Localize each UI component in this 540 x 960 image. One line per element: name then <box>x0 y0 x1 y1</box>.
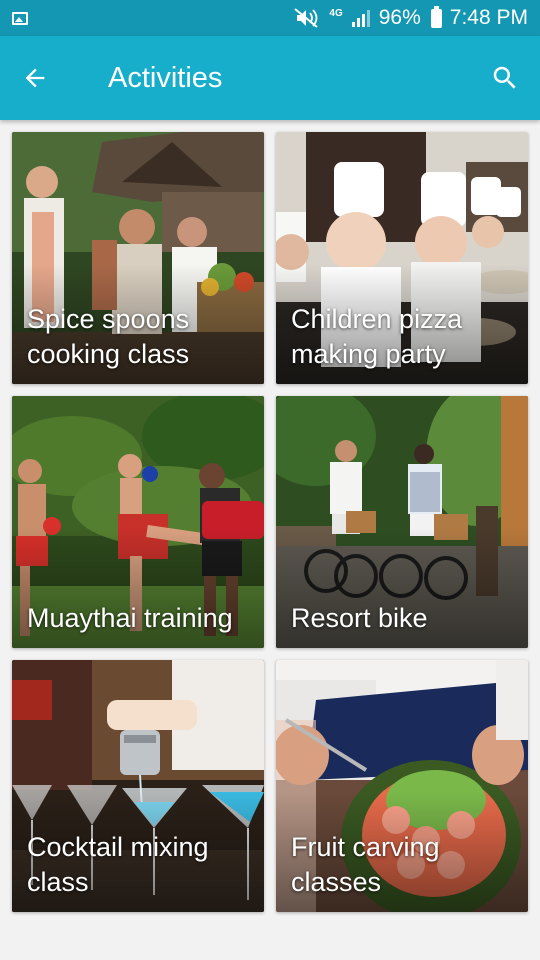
page-title: Activities <box>108 61 223 94</box>
activities-grid: Spice spoons cooking class Children pizz… <box>12 132 528 912</box>
activity-label: Muaythai training <box>27 603 233 633</box>
activity-card-cooking-class[interactable]: Spice spoons cooking class <box>12 132 264 384</box>
search-icon <box>493 66 516 89</box>
activity-card-muaythai[interactable]: Muaythai training <box>12 396 264 648</box>
back-button[interactable] <box>0 36 70 120</box>
app-bar: Activities <box>0 36 540 120</box>
clock: 7:48 PM <box>449 6 528 29</box>
network-type-icon: 4G <box>329 9 342 23</box>
activity-label: Spice spoons cooking class <box>27 304 190 369</box>
status-bar: 4G 96% 7:48 PM <box>0 0 540 36</box>
network-type-label: 4G <box>329 8 343 19</box>
gallery-notification-icon <box>12 11 28 25</box>
signal-icon <box>351 8 371 28</box>
activity-label: Resort bike <box>291 603 428 633</box>
activity-card-pizza-party[interactable]: Children pizza making party <box>276 132 528 384</box>
activity-label: Children pizza making party <box>291 304 463 369</box>
arrow-back-icon <box>25 68 45 88</box>
mute-icon <box>293 7 321 29</box>
activity-card-cocktail-mixing[interactable]: Cocktail mixing class <box>12 660 264 912</box>
activity-card-fruit-carving[interactable]: Fruit carving classes <box>276 660 528 912</box>
search-button[interactable] <box>470 36 540 120</box>
activity-label: Fruit carving classes <box>291 832 440 897</box>
activity-label: Cocktail mixing class <box>27 832 209 897</box>
activity-card-resort-bike[interactable]: Resort bike <box>276 396 528 648</box>
battery-percent: 96% <box>378 6 421 29</box>
battery-icon <box>430 5 442 28</box>
